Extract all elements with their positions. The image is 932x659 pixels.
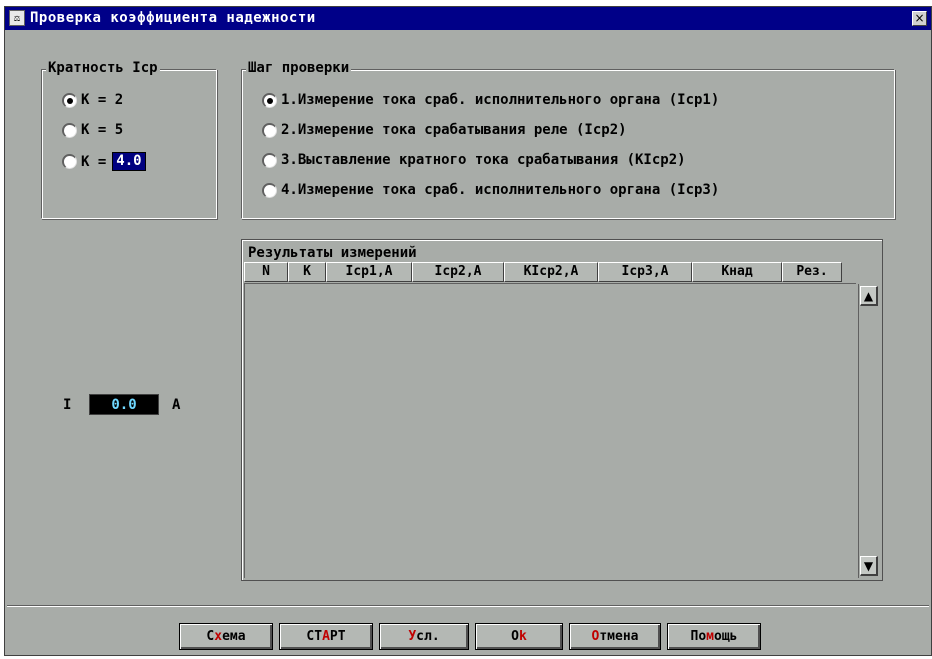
conditions-button[interactable]: Усл. [379, 623, 469, 650]
step-group: Шаг проверки 1.Измерение тока сраб. испо… [241, 60, 895, 219]
radio-label: 3.Выставление кратного тока срабатывания… [281, 152, 686, 168]
scroll-down-arrow-icon[interactable]: ▼ [860, 556, 878, 576]
radio-button[interactable] [62, 154, 77, 169]
radio-label: K = 2 [81, 92, 124, 108]
button-text: По [690, 629, 707, 644]
radio-button[interactable] [62, 92, 77, 108]
hotkey-letter: х [214, 629, 223, 644]
button-text: ема [222, 629, 246, 644]
current-unit: A [172, 397, 181, 413]
k-value-input[interactable]: 4.0 [112, 152, 146, 171]
scroll-up-arrow-icon[interactable]: ▲ [860, 286, 878, 306]
results-header: N K Icp1,A Icp2,A KIcp2,A Icp3,A Кнад Ре… [244, 262, 842, 282]
start-button[interactable]: СТАРТ [279, 623, 373, 650]
ok-button[interactable]: Оk [475, 623, 563, 650]
radio-step-4[interactable]: 4.Измерение тока сраб. исполнительного о… [262, 182, 719, 198]
dialog-window: ⚖ Проверка коэффициента надежности × Кра… [4, 6, 932, 656]
radio-step-1[interactable]: 1.Измерение тока сраб. исполнительного о… [262, 92, 719, 108]
button-text: О [511, 629, 519, 644]
button-text: РТ [329, 629, 346, 644]
results-title: Результаты измерений [248, 245, 417, 261]
radio-label: 1.Измерение тока сраб. исполнительного о… [281, 92, 720, 108]
results-table: Результаты измерений N K Icp1,A Icp2,A K… [241, 239, 883, 581]
multiplicity-group: Кратность Icp K = 2 K = 5 K = 4.0 [41, 60, 217, 219]
scales-icon[interactable]: ⚖ [9, 10, 25, 26]
hotkey-letter: м [706, 629, 714, 644]
button-text: тмена [599, 629, 639, 644]
radio-label: K = [81, 153, 107, 170]
hotkey-letter: У [408, 629, 417, 644]
radio-label: 4.Измерение тока сраб. исполнительного о… [281, 182, 720, 198]
column-header-knad[interactable]: Кнад [692, 262, 782, 282]
cancel-button[interactable]: Отмена [569, 623, 661, 650]
column-header-kicp2[interactable]: KIcp2,A [504, 262, 598, 282]
hotkey-letter: А [322, 629, 330, 644]
button-bar: Схема СТАРТ Усл. Оk Отмена Помощь [179, 623, 761, 650]
radio-button[interactable] [262, 182, 277, 198]
current-value-display: 0.0 [89, 394, 159, 415]
radio-step-2[interactable]: 2.Измерение тока срабатывания реле (Icp2… [262, 122, 627, 138]
bottom-separator [7, 605, 929, 607]
button-text: СТ [306, 629, 323, 644]
vertical-scrollbar[interactable]: ▲ ▼ [858, 284, 880, 578]
radio-button[interactable] [262, 152, 277, 168]
radio-k-2[interactable]: K = 2 [62, 92, 123, 108]
column-header-result[interactable]: Рез. [782, 262, 842, 282]
close-button[interactable]: × [912, 11, 927, 26]
radio-label: K = 5 [81, 122, 124, 138]
radio-button[interactable] [262, 92, 277, 108]
radio-button[interactable] [262, 122, 277, 138]
radio-label: 2.Измерение тока срабатывания реле (Icp2… [281, 122, 627, 138]
column-header-icp3[interactable]: Icp3,A [598, 262, 692, 282]
step-group-label: Шаг проверки [246, 60, 352, 76]
column-header-n[interactable]: N [244, 262, 288, 282]
multiplicity-group-label: Кратность Icp [46, 60, 160, 76]
radio-step-3[interactable]: 3.Выставление кратного тока срабатывания… [262, 152, 686, 168]
button-text: сл. [416, 629, 440, 644]
window-title: Проверка коэффициента надежности [30, 10, 316, 26]
button-text: ощь [714, 629, 738, 644]
column-header-icp2[interactable]: Icp2,A [412, 262, 504, 282]
radio-k-5[interactable]: K = 5 [62, 122, 123, 138]
column-header-k[interactable]: K [288, 262, 326, 282]
hotkey-letter: k [519, 629, 527, 644]
results-list[interactable] [244, 283, 856, 578]
title-bar[interactable]: ⚖ Проверка коэффициента надежности × [5, 7, 931, 30]
help-button[interactable]: Помощь [667, 623, 761, 650]
scheme-button[interactable]: Схема [179, 623, 273, 650]
radio-k-custom[interactable]: K = 4.0 [62, 152, 146, 171]
column-header-icp1[interactable]: Icp1,A [326, 262, 412, 282]
radio-button[interactable] [62, 122, 77, 138]
current-label: I [63, 397, 72, 413]
